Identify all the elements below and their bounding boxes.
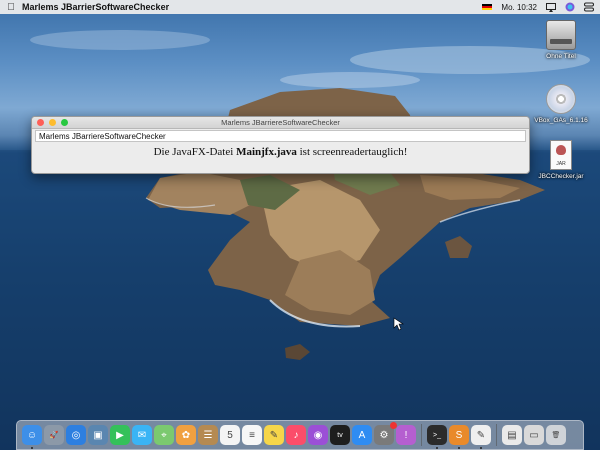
desktop-wallpaper: [0, 0, 600, 450]
system-preferences-icon[interactable]: ⚙: [374, 422, 397, 445]
jar-badge: JAR: [556, 161, 566, 167]
window-title: Marlems JBarriereSoftwareChecker: [221, 118, 340, 127]
maps-icon[interactable]: ⌖: [154, 425, 174, 445]
dock-separator: [496, 424, 497, 446]
preview-icon[interactable]: ▣: [88, 425, 108, 445]
app-store-icon[interactable]: A: [352, 425, 372, 445]
dock-separator: [421, 424, 422, 446]
menu-clock[interactable]: Mo. 10:32: [501, 3, 537, 12]
notes-icon[interactable]: ✎: [264, 425, 284, 445]
minimize-button[interactable]: [49, 119, 56, 126]
control-center-icon[interactable]: [584, 2, 594, 12]
jar-file-icon: JAR: [550, 140, 572, 170]
running-indicator: [436, 447, 438, 449]
apple-tv-icon[interactable]: tv: [330, 425, 350, 445]
reminders-icon[interactable]: ≡: [242, 425, 262, 445]
traffic-lights: [37, 119, 68, 126]
photos-icon[interactable]: ✿: [176, 425, 196, 445]
germany-flag-icon[interactable]: [482, 3, 493, 11]
desktop-icon-label: Ohne Titel: [546, 53, 576, 60]
desktop-icon-hard-drive[interactable]: Ohne Titel: [530, 20, 592, 60]
desktop-icon-jar[interactable]: JAR JBCChecker.jar: [530, 140, 592, 180]
menu-status-area: Mo. 10:32: [482, 0, 594, 14]
running-indicator: [480, 447, 482, 449]
desktop-icon-label: VBox_GAs_6.1.16: [534, 117, 588, 124]
textedit-icon[interactable]: ✎: [471, 425, 491, 449]
music-icon[interactable]: ♪: [286, 425, 306, 445]
desktop-icon-label: JBCChecker.jar: [538, 173, 584, 180]
sublime-text-icon[interactable]: S: [449, 425, 469, 449]
window-titlebar[interactable]: Marlems JBarriereSoftwareChecker: [32, 117, 529, 129]
desktop-icon-cd[interactable]: VBox_GAs_6.1.16: [530, 84, 592, 124]
screen-mirroring-icon[interactable]: [546, 2, 556, 12]
launchpad-icon[interactable]: 🚀: [44, 425, 64, 445]
finder-icon[interactable]: ☺: [22, 425, 42, 449]
siri-icon[interactable]: [565, 2, 575, 12]
contacts-icon[interactable]: ☰: [198, 425, 218, 445]
downloads-stack-icon[interactable]: ▭: [524, 425, 544, 445]
message-prefix: Die JavaFX-Datei: [153, 146, 237, 158]
app-name-field[interactable]: Marlems JBarriereSoftwareChecker: [35, 130, 526, 142]
checker-window: Marlems JBarriereSoftwareChecker Marlems…: [31, 116, 530, 174]
facetime-icon[interactable]: ▶: [110, 425, 130, 445]
apple-icon[interactable]: : [0, 2, 22, 13]
cd-disk-icon: [546, 84, 576, 114]
zoom-button[interactable]: [61, 119, 68, 126]
calendar-icon[interactable]: 5: [220, 425, 240, 445]
result-message: Die JavaFX-Datei Mainjfx.java ist screen…: [32, 146, 529, 158]
dock: ☺ 🚀 ◎ ▣ ▶ ✉ ⌖ ✿ ☰ 5 ≡ ✎ ♪ ◉ tv A ⚙! >_ S ✎ ▤ ▭ 🗑: [16, 420, 584, 450]
podcasts-icon[interactable]: ◉: [308, 425, 328, 445]
running-indicator: [31, 447, 33, 449]
message-filename: Mainjfx.java: [236, 146, 297, 158]
trash-icon[interactable]: 🗑: [546, 425, 566, 445]
menu-bar:  Marlems JBarrierSoftwareChecker Mo. 10…: [0, 0, 600, 14]
message-suffix: ist screenreadertauglich!: [296, 146, 408, 158]
terminal-icon[interactable]: >_: [427, 425, 447, 449]
menu-app-name[interactable]: Marlems JBarrierSoftwareChecker: [22, 2, 169, 12]
hard-drive-icon: [546, 20, 576, 50]
running-indicator: [458, 447, 460, 449]
safari-icon[interactable]: ◎: [66, 425, 86, 445]
feedback-assistant-icon[interactable]: !: [396, 425, 416, 445]
messages-icon[interactable]: ✉: [132, 425, 152, 445]
documents-stack-icon[interactable]: ▤: [502, 425, 522, 445]
close-button[interactable]: [37, 119, 44, 126]
